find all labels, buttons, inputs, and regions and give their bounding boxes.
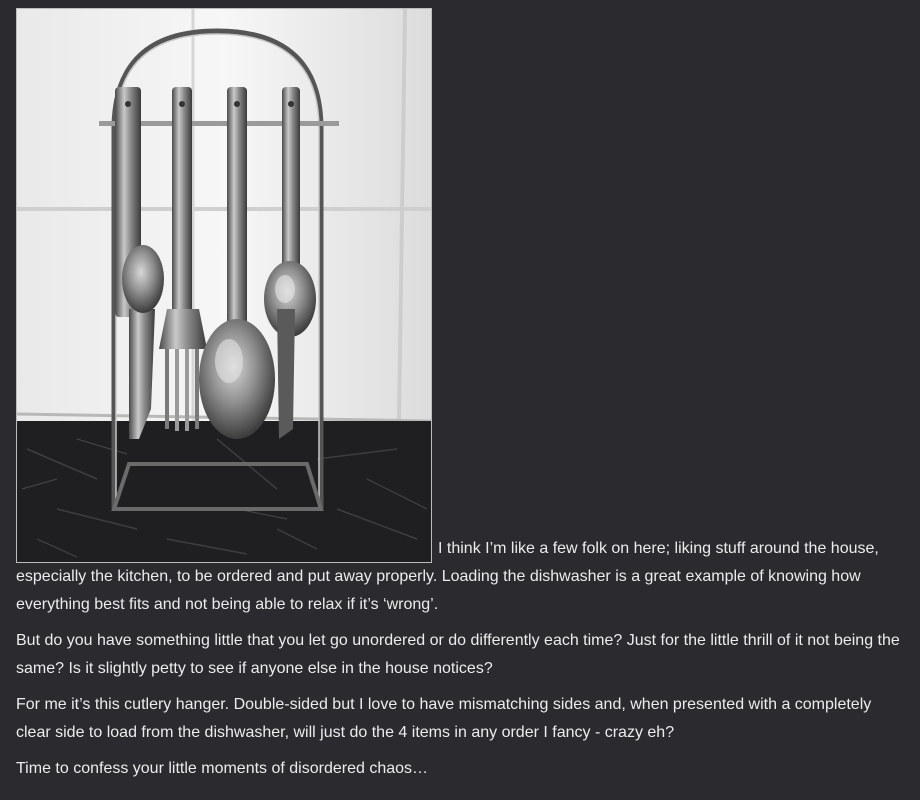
post-body: I think I’m like a few folk on here; lik…: [16, 8, 906, 791]
post-paragraph-2: But do you have something little that yo…: [16, 632, 900, 677]
post-paragraph-4: Time to confess your little moments of d…: [16, 760, 429, 777]
cutlery-hanger-photo[interactable]: [16, 8, 432, 563]
post-paragraph-1: I think I’m like a few folk on here; lik…: [16, 8, 906, 619]
post-paragraph-3: For me it’s this cutlery hanger. Double-…: [16, 696, 872, 741]
photo-drawing: [17, 9, 431, 562]
